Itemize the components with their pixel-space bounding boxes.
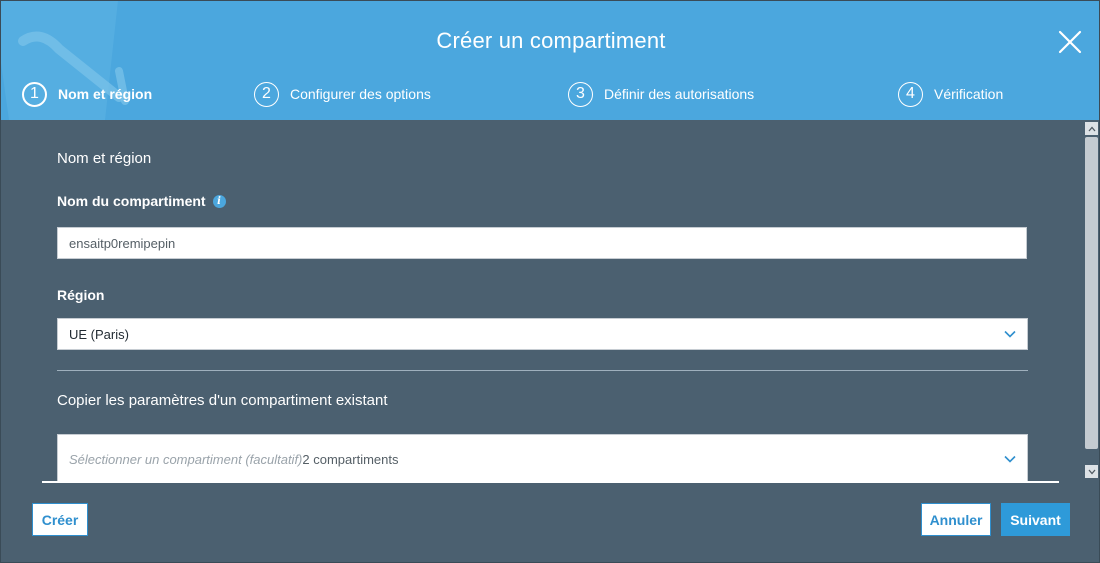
step-number: 3 bbox=[568, 81, 593, 107]
cancel-button[interactable]: Annuler bbox=[921, 503, 991, 536]
step-label: Définir des autorisations bbox=[604, 86, 755, 102]
dialog-header: Créer un compartiment 1 Nom et région 2 … bbox=[1, 1, 1099, 120]
dialog-title: Créer un compartiment bbox=[436, 28, 666, 53]
region-value: UE (Paris) bbox=[69, 326, 129, 342]
bucket-name-input[interactable]: ensaitp0remipepin bbox=[57, 227, 1027, 259]
step-label: Configurer des options bbox=[290, 86, 431, 102]
chevron-down-icon bbox=[1088, 469, 1095, 474]
footer-divider bbox=[42, 481, 1059, 483]
bucket-name-value: ensaitp0remipepin bbox=[69, 235, 176, 251]
step-number: 1 bbox=[22, 81, 47, 107]
step-number: 4 bbox=[898, 81, 923, 107]
section-title: Nom et région bbox=[57, 150, 152, 167]
chevron-up-icon bbox=[1088, 126, 1095, 131]
bucket-name-label: Nom du compartiment i bbox=[57, 193, 226, 209]
create-button[interactable]: Créer bbox=[32, 503, 88, 536]
step-label: Vérification bbox=[934, 86, 1004, 102]
section-divider bbox=[57, 370, 1028, 371]
step-name-region[interactable]: 1 Nom et région bbox=[22, 81, 152, 107]
step-label: Nom et région bbox=[58, 86, 153, 102]
copy-settings-title: Copier les paramètres d'un compartiment … bbox=[57, 392, 388, 409]
create-bucket-dialog: Créer un compartiment 1 Nom et région 2 … bbox=[0, 0, 1100, 563]
chevron-down-icon bbox=[1004, 455, 1016, 463]
vertical-scrollbar[interactable] bbox=[1083, 120, 1099, 482]
close-icon bbox=[1058, 30, 1082, 54]
region-label: Région bbox=[57, 287, 105, 303]
next-button[interactable]: Suivant bbox=[1001, 503, 1070, 536]
copy-bucket-placeholder: Sélectionner un compartiment (facultatif… bbox=[69, 451, 303, 467]
copy-bucket-select[interactable]: Sélectionner un compartiment (facultatif… bbox=[57, 434, 1028, 482]
step-number: 2 bbox=[254, 81, 279, 107]
bucket-count: 2 compartiments bbox=[302, 451, 399, 467]
step-set-permissions[interactable]: 3 Définir des autorisations bbox=[568, 81, 754, 107]
scroll-down-arrow[interactable] bbox=[1085, 465, 1098, 478]
bucket-name-label-text: Nom du compartiment bbox=[57, 193, 206, 209]
region-select[interactable]: UE (Paris) bbox=[57, 318, 1028, 350]
scroll-up-arrow[interactable] bbox=[1085, 122, 1098, 135]
chevron-down-icon bbox=[1004, 330, 1016, 338]
dialog-body: Nom et région Nom du compartiment i ensa… bbox=[1, 120, 1083, 482]
step-configure-options[interactable]: 2 Configurer des options bbox=[254, 81, 431, 107]
scroll-thumb[interactable] bbox=[1085, 137, 1098, 449]
close-button[interactable] bbox=[1056, 28, 1084, 56]
info-icon[interactable]: i bbox=[212, 194, 226, 208]
step-review[interactable]: 4 Vérification bbox=[898, 81, 1003, 107]
